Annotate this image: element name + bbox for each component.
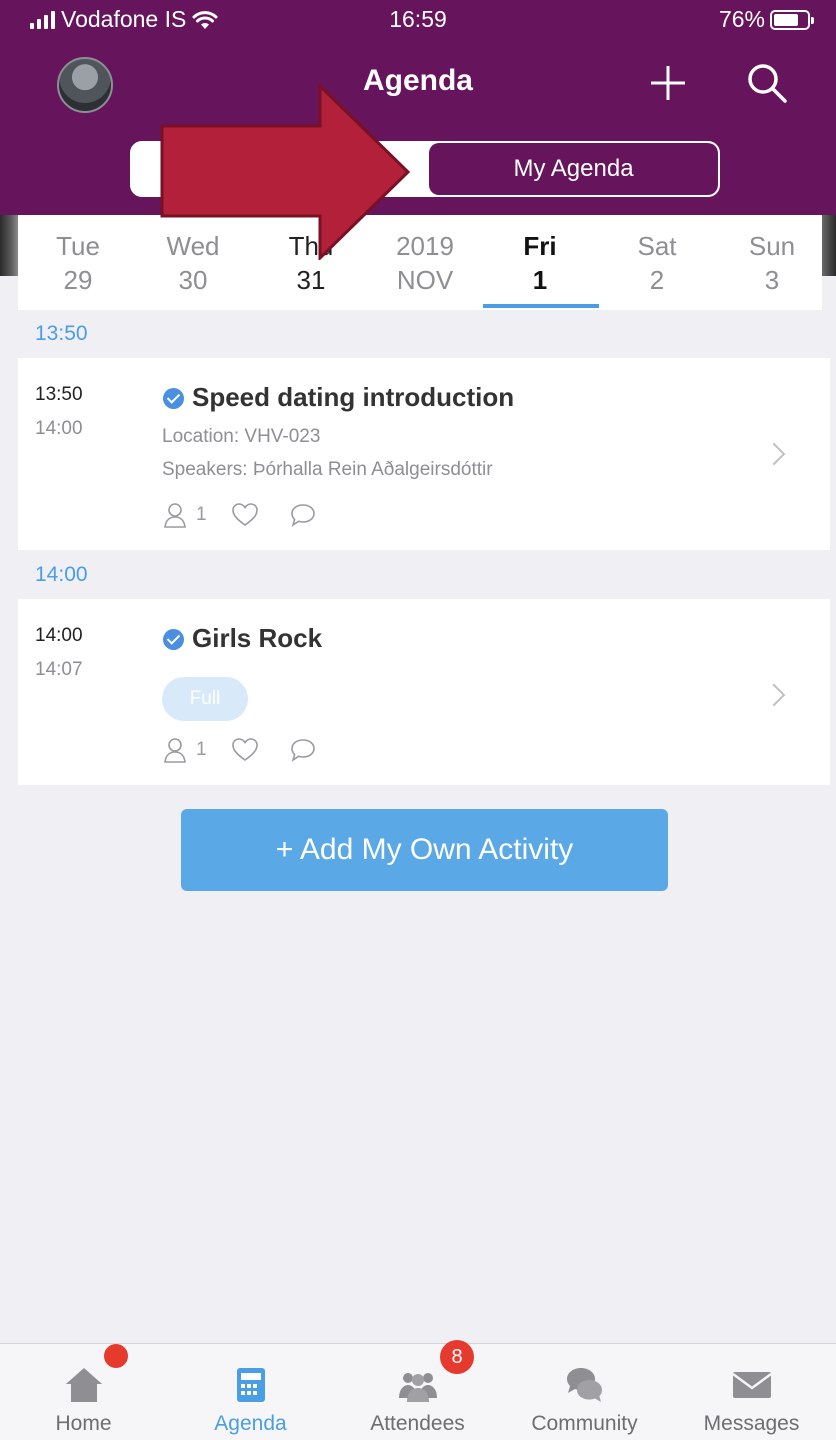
community-icon — [566, 1368, 602, 1402]
tab-attendees[interactable]: 8 Attendees — [334, 1340, 501, 1440]
day-strip: Tue 29 Wed 30 Thu 31 2019 NOV Fri 1 Sat 2 Sun 3 — [18, 215, 822, 310]
day-tue[interactable]: Tue 29 — [23, 229, 133, 297]
chevron-right-icon — [762, 683, 786, 707]
verified-check-icon — [163, 629, 184, 650]
time-section-header: 13:50 — [18, 310, 830, 358]
attendees-icon — [398, 1373, 437, 1402]
battery-percent: 76% — [718, 6, 765, 32]
agenda-item[interactable]: 13:50 14:00 Speed dating introduction Lo… — [18, 358, 830, 550]
status-badge: Full — [162, 677, 248, 721]
day-fri[interactable]: Fri 1 — [485, 229, 595, 297]
tab-messages[interactable]: Messages — [668, 1344, 835, 1440]
add-icon[interactable] — [643, 58, 693, 108]
tab-bar: Home Agenda 8 Attendees Community Messag… — [0, 1340, 836, 1440]
start-time: 14:00 — [35, 625, 83, 646]
tab-label: Agenda — [214, 1412, 287, 1435]
end-time: 14:00 — [35, 418, 83, 439]
heart-icon[interactable] — [231, 502, 259, 528]
page-title: Agenda — [362, 64, 473, 97]
battery-icon — [770, 9, 814, 30]
segment-my-agenda[interactable]: My Agenda — [429, 143, 718, 195]
add-own-activity-button[interactable]: + Add My Own Activity — [181, 809, 668, 891]
day-sun[interactable]: Sun 3 — [717, 229, 827, 297]
home-icon — [65, 1368, 102, 1402]
end-time: 14:07 — [35, 659, 83, 680]
attendee-icon[interactable] — [162, 736, 190, 764]
status-bar: Vodafone IS 16:59 76% — [0, 0, 836, 40]
attendee-count: 1 — [196, 504, 207, 525]
attendee-count: 1 — [196, 739, 207, 760]
envelope-icon — [731, 1372, 772, 1398]
notification-dot — [104, 1344, 128, 1368]
annotation-arrow — [160, 84, 411, 260]
comment-icon[interactable] — [289, 737, 317, 763]
activity-title: Girls Rock — [192, 623, 323, 653]
tab-label: Home — [55, 1412, 112, 1435]
tab-community[interactable]: Community — [501, 1344, 668, 1440]
day-sat[interactable]: Sat 2 — [602, 229, 712, 297]
status-time: 16:59 — [389, 6, 447, 32]
activity-actions: 1 — [162, 500, 317, 530]
search-icon[interactable] — [742, 58, 792, 108]
tab-label: Community — [531, 1412, 638, 1435]
attendee-icon[interactable] — [162, 501, 190, 529]
time-section-header: 14:00 — [18, 551, 830, 599]
tab-home[interactable]: Home — [0, 1344, 167, 1440]
heart-icon[interactable] — [231, 737, 259, 763]
calendar-icon — [236, 1368, 265, 1402]
activity-speakers: Speakers: Þórhalla Rein Aðalgeirsdóttir — [162, 459, 493, 480]
tab-label: Messages — [703, 1412, 800, 1435]
activity-title: Speed dating introduction — [192, 382, 515, 412]
verified-check-icon — [163, 388, 184, 409]
selected-day-indicator — [483, 304, 599, 308]
activity-location: Location: VHV-023 — [162, 426, 321, 447]
activity-actions: 1 — [162, 735, 317, 765]
tab-agenda[interactable]: Agenda — [167, 1344, 334, 1440]
agenda-item[interactable]: 14:00 14:07 Girls Rock Full 1 — [18, 599, 830, 785]
chevron-right-icon — [762, 442, 786, 466]
attendees-badge: 8 — [440, 1340, 474, 1374]
tab-label: Attendees — [370, 1412, 465, 1435]
comment-icon[interactable] — [289, 502, 317, 528]
start-time: 13:50 — [35, 384, 83, 405]
battery: 76% — [718, 6, 814, 33]
